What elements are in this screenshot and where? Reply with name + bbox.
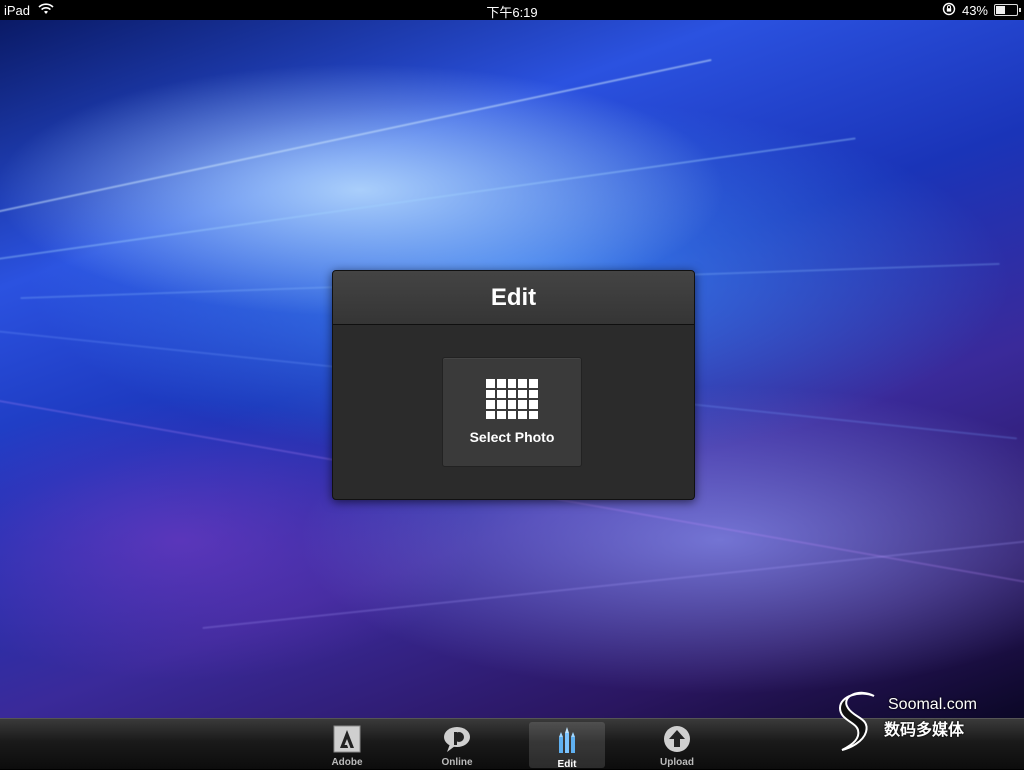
rotation-lock-icon [942, 2, 956, 19]
dialog-header: Edit [333, 271, 694, 325]
tab-online-label: Online [441, 757, 473, 768]
battery-icon [994, 4, 1021, 16]
watermark-site: Soomal.com [888, 696, 977, 713]
watermark-tagline: 数码多媒体 [884, 722, 965, 739]
edit-dialog: Edit Select Photo [332, 270, 695, 500]
wallpaper-streak [0, 58, 712, 224]
battery-percent: 43% [961, 2, 988, 18]
select-photo-button[interactable]: Select Photo [442, 357, 582, 467]
soomal-watermark: Soomal.com 数码多媒体 [836, 690, 1006, 751]
upload-arrow-icon [662, 725, 692, 753]
tab-adobe-label: Adobe [331, 757, 363, 768]
status-bar-right: 43% [942, 0, 1021, 20]
soomal-logo-icon [838, 691, 875, 751]
tab-edit-label: Edit [557, 759, 577, 770]
tab-edit[interactable]: Edit [529, 722, 605, 770]
photo-grid-icon [486, 379, 538, 419]
tab-upload-label: Upload [660, 757, 694, 768]
wallpaper-streak [0, 137, 856, 265]
status-time: 下午6:19 [486, 5, 538, 20]
tab-upload[interactable]: Upload [639, 722, 715, 768]
adobe-logo-icon [332, 725, 362, 753]
wallpaper-streak [202, 532, 1024, 630]
status-bar: iPad 下午6:19 43% [0, 0, 1024, 20]
battery-fill [996, 6, 1005, 14]
speech-bubble-icon [442, 725, 472, 753]
tab-adobe[interactable]: Adobe [309, 722, 385, 768]
select-photo-label: Select Photo [469, 429, 555, 445]
dialog-title: Edit [490, 283, 537, 311]
tab-online[interactable]: Online [419, 722, 495, 768]
pencils-icon [552, 725, 582, 755]
